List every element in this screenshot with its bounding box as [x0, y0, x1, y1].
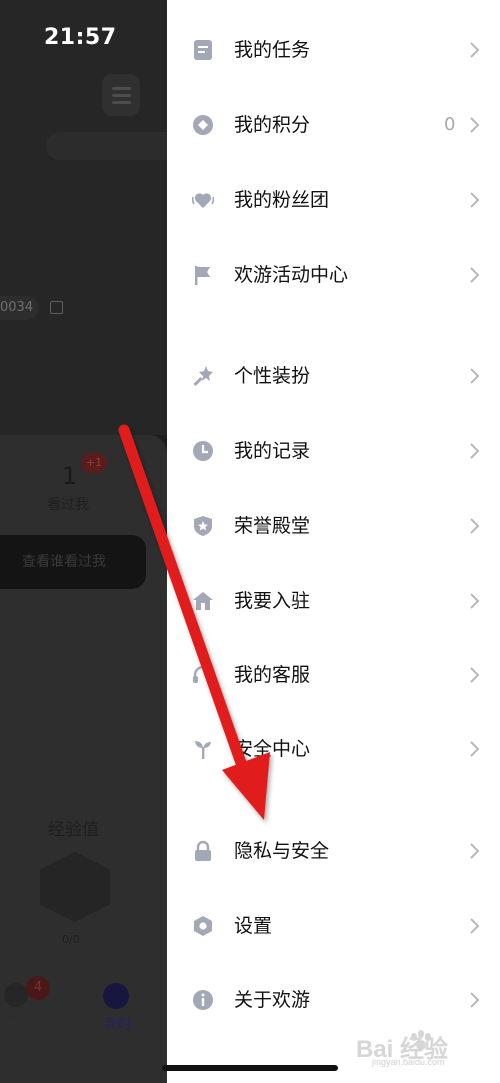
experience-label: 经验值 — [48, 820, 99, 840]
view-visitors-button[interactable]: 查看谁看过我 — [0, 535, 146, 589]
drawer-item-fan-club[interactable]: 我的粉丝团 — [167, 171, 500, 229]
chevron-right-icon — [470, 267, 480, 283]
chevron-right-icon — [470, 593, 480, 609]
shield-star-icon — [194, 516, 212, 536]
profile-card — [0, 435, 167, 1083]
drawer-item-points[interactable]: 我的积分 0 — [167, 96, 500, 154]
me-tab-label[interactable]: 我的 — [104, 1013, 130, 1032]
drawer-item-customer-service[interactable]: 我的客服 — [167, 646, 500, 704]
messages-tab-icon[interactable] — [4, 983, 28, 1007]
drawer-item-privacy-security[interactable]: 隐私与安全 — [167, 822, 500, 880]
sprout-icon — [195, 741, 211, 759]
drawer-item-label: 我要入驻 — [234, 590, 311, 612]
drawer-item-label: 我的任务 — [234, 39, 311, 61]
visitor-count: 1 — [62, 462, 78, 490]
drawer-item-decoration[interactable]: 个性装扮 — [167, 347, 500, 405]
drawer-item-settings[interactable]: 设置 — [167, 897, 500, 955]
chevron-right-icon — [470, 518, 480, 534]
messages-tab-badge: 4 — [26, 976, 50, 1000]
headset-icon — [193, 665, 213, 683]
gear-icon — [194, 916, 212, 936]
messages-tab-label[interactable]: 消息 — [4, 1013, 30, 1032]
status-bar-time: 21:57 — [44, 25, 117, 50]
chevron-right-icon — [470, 843, 480, 859]
drawer-item-label: 设置 — [234, 915, 273, 937]
chevron-right-icon — [470, 667, 480, 683]
drawer-item-label: 我的客服 — [234, 664, 311, 686]
drawer-item-label: 欢游活动中心 — [234, 264, 349, 286]
fan-club-icon — [192, 193, 214, 208]
chevron-right-icon — [470, 992, 480, 1008]
drawer-item-about[interactable]: 关于欢游 — [167, 971, 500, 1029]
drawer-item-label: 我的粉丝团 — [234, 189, 330, 211]
experience-value: 0/0 — [62, 933, 80, 946]
chevron-right-icon — [470, 192, 480, 208]
drawer-item-label: 我的积分 — [234, 114, 311, 136]
home-indicator[interactable] — [162, 1065, 338, 1071]
background-profile-page: 21:57 0034 1 +1 看过我 查看谁看过我 经验值 0/0 4 消息 … — [0, 0, 167, 1083]
drawer-item-label: 隐私与安全 — [234, 840, 330, 862]
clock-icon — [193, 441, 213, 461]
lock-icon — [195, 840, 211, 861]
side-drawer: 我的任务 我的积分 0 我的粉丝团 欢游活动中心 个性装扮 我的记录 荣誉殿堂 … — [167, 0, 500, 1083]
profile-header — [0, 0, 167, 435]
info-icon — [193, 990, 213, 1010]
chevron-right-icon — [470, 741, 480, 757]
task-icon — [194, 40, 212, 60]
drawer-item-hall-of-honor[interactable]: 荣誉殿堂 — [167, 497, 500, 555]
flag-icon — [195, 266, 210, 285]
drawer-item-label: 安全中心 — [234, 738, 311, 760]
chevron-right-icon — [470, 368, 480, 384]
magic-wand-icon — [193, 366, 213, 386]
chevron-right-icon — [470, 117, 480, 133]
chevron-right-icon — [470, 443, 480, 459]
points-icon — [193, 115, 213, 135]
edit-icon[interactable] — [50, 301, 63, 314]
profile-bar — [46, 132, 167, 160]
drawer-item-label: 关于欢游 — [234, 989, 311, 1011]
drawer-item-label: 我的记录 — [234, 440, 311, 462]
user-id: 0034 — [0, 296, 40, 320]
drawer-item-label: 个性装扮 — [234, 365, 311, 387]
watermark-subtext: jingyan.baidu.com — [372, 1057, 445, 1067]
drawer-item-label: 荣誉殿堂 — [234, 515, 311, 537]
drawer-item-security-center[interactable]: 安全中心 — [167, 720, 500, 778]
drawer-item-tasks[interactable]: 我的任务 — [167, 21, 500, 79]
me-tab-icon[interactable] — [103, 983, 129, 1009]
visitor-badge: +1 — [81, 453, 107, 473]
visitor-label: 看过我 — [47, 497, 89, 513]
menu-icon[interactable] — [102, 74, 140, 116]
house-icon — [193, 592, 213, 610]
drawer-item-activity-center[interactable]: 欢游活动中心 — [167, 246, 500, 304]
chevron-right-icon — [470, 42, 480, 58]
drawer-item-records[interactable]: 我的记录 — [167, 422, 500, 480]
points-value: 0 — [444, 114, 456, 135]
drawer-item-join[interactable]: 我要入驻 — [167, 572, 500, 630]
chevron-right-icon — [470, 918, 480, 934]
